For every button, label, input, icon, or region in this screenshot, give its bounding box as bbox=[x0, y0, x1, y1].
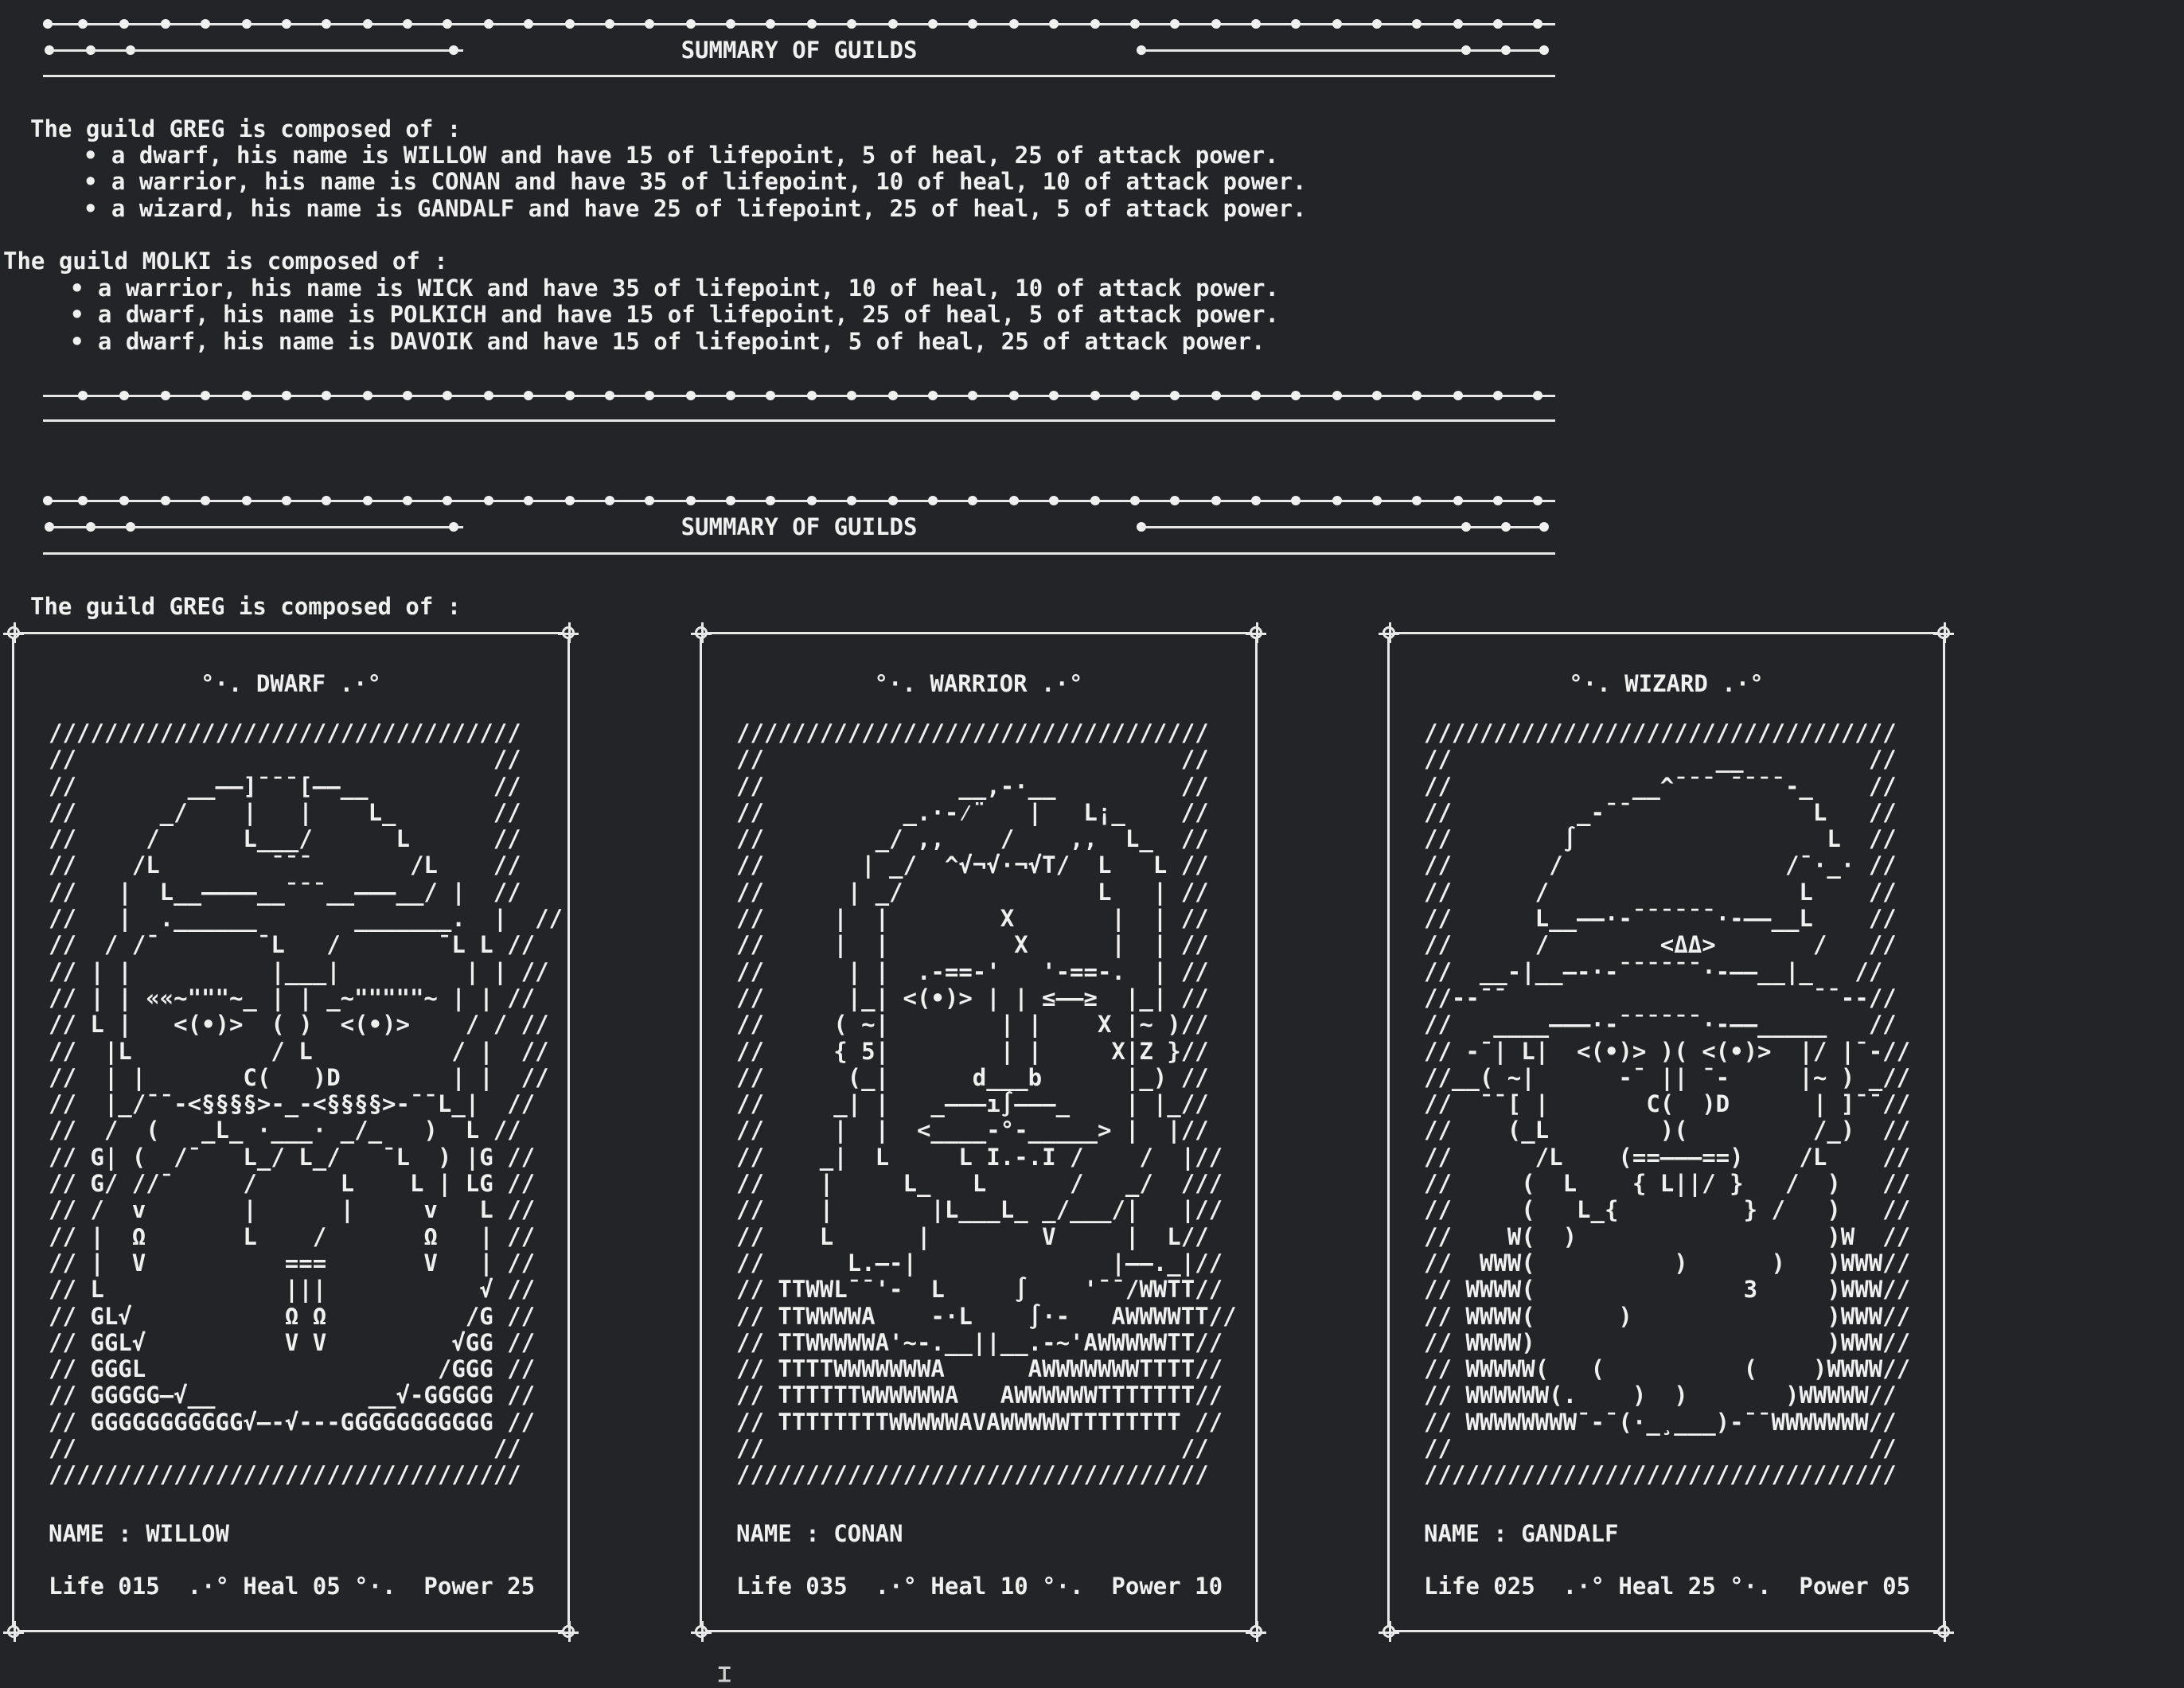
corner-node-icon bbox=[3, 622, 24, 643]
character-name: NAME : CONAN bbox=[736, 1520, 903, 1547]
top-chain-divider bbox=[43, 16, 1555, 32]
chain-divider bbox=[43, 493, 1555, 509]
corner-node-icon bbox=[558, 622, 579, 643]
guild-greg-member: • a wizard, his name is GANDALF and have… bbox=[84, 195, 1307, 222]
guild-greg-member: • a dwarf, his name is WILLOW and have 1… bbox=[84, 142, 1279, 169]
divider-line bbox=[43, 419, 1555, 422]
guild-molki-heading: The guild MOLKI is composed of : bbox=[3, 248, 448, 275]
card-title: °·. DWARF .·° bbox=[201, 670, 381, 697]
corner-node-icon bbox=[1246, 622, 1266, 643]
dwarf-ascii-art: ////////////////////////////////// // //… bbox=[49, 719, 564, 1489]
warrior-ascii-art: ////////////////////////////////// // //… bbox=[736, 719, 1237, 1489]
guild-greg-heading: The guild GREG is composed of : bbox=[30, 593, 462, 620]
guild-molki-member: • a dwarf, his name is DAVOIK and have 1… bbox=[70, 328, 1266, 355]
chain-divider bbox=[43, 388, 1555, 403]
wizard-ascii-art: ////////////////////////////////// // __… bbox=[1424, 719, 1911, 1489]
corner-node-icon bbox=[1933, 1621, 1954, 1642]
text-cursor-icon: Ɪ bbox=[719, 1663, 731, 1687]
character-name: NAME : WILLOW bbox=[49, 1520, 229, 1547]
guild-molki-member: • a dwarf, his name is POLKICH and have … bbox=[70, 301, 1279, 328]
guild-molki-member: • a warrior, his name is WICK and have 3… bbox=[70, 275, 1279, 302]
summary-header-1: SUMMARY OF GUILDS bbox=[43, 37, 1555, 64]
character-name: NAME : GANDALF bbox=[1424, 1520, 1619, 1547]
guild-greg-member: • a warrior, his name is CONAN and have … bbox=[84, 168, 1307, 195]
character-stats: Life 025 .·° Heal 25 °·. Power 05 bbox=[1424, 1573, 1911, 1600]
character-stats: Life 015 .·° Heal 05 °·. Power 25 bbox=[49, 1573, 536, 1600]
warrior-card: °·. WARRIOR .·° ////////////////////////… bbox=[690, 621, 1267, 1643]
wizard-card: °·. WIZARD .·° /////////////////////////… bbox=[1378, 621, 1955, 1643]
corner-node-icon bbox=[558, 1621, 579, 1642]
card-title: °·. WARRIOR .·° bbox=[874, 670, 1083, 697]
corner-node-icon bbox=[3, 1621, 24, 1642]
corner-node-icon bbox=[691, 1621, 712, 1642]
summary-underline-1 bbox=[43, 75, 1555, 77]
dwarf-card: °·. DWARF .·° //////////////////////////… bbox=[2, 621, 579, 1643]
corner-node-icon bbox=[1379, 1621, 1399, 1642]
corner-node-icon bbox=[1379, 622, 1399, 643]
guild-greg-heading: The guild GREG is composed of : bbox=[30, 115, 462, 142]
corner-node-icon bbox=[691, 622, 712, 643]
card-title: °·. WIZARD .·° bbox=[1569, 670, 1764, 697]
summary-header-2: SUMMARY OF GUILDS bbox=[43, 513, 1555, 540]
corner-node-icon bbox=[1933, 622, 1954, 643]
corner-node-icon bbox=[1246, 1621, 1266, 1642]
summary-underline-2 bbox=[43, 552, 1555, 555]
character-stats: Life 035 .·° Heal 10 °·. Power 10 bbox=[736, 1573, 1223, 1600]
